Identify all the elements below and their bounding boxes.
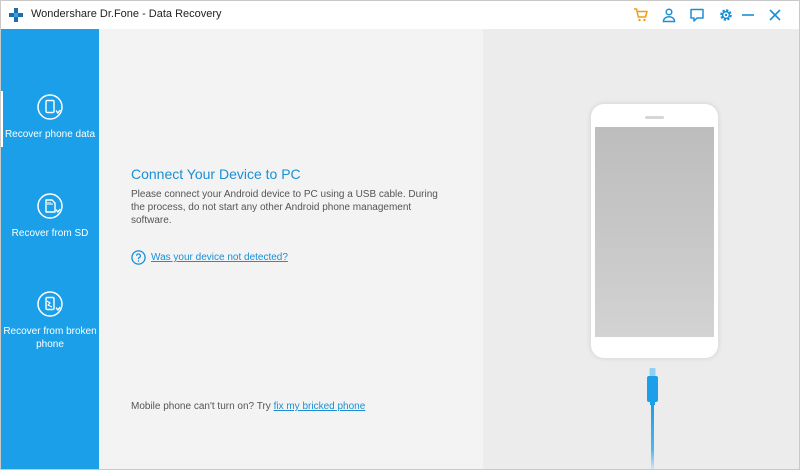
bottom-note: Mobile phone can't turn on? Try fix my b… bbox=[131, 401, 365, 412]
sidebar-item-recover-phone-data[interactable]: Recover phone data bbox=[1, 93, 99, 141]
broken-phone-recover-icon bbox=[37, 291, 63, 317]
device-illustration-pane bbox=[483, 29, 799, 469]
feedback-icon bbox=[690, 8, 704, 22]
phone-screen bbox=[595, 127, 714, 337]
close-icon bbox=[769, 9, 781, 21]
sidebar-item-label: Recover from broken phone bbox=[3, 326, 97, 350]
fix-bricked-phone-link[interactable]: fix my bricked phone bbox=[274, 401, 366, 412]
title-bar: Wondershare Dr.Fone - Data Recovery bbox=[1, 1, 799, 29]
bottom-note-text: Mobile phone can't turn on? Try bbox=[131, 401, 274, 412]
device-not-detected-link[interactable]: Was your device not detected? bbox=[151, 252, 288, 263]
phone-recover-icon bbox=[37, 94, 63, 120]
cart-button[interactable] bbox=[631, 5, 651, 25]
phone-speaker bbox=[645, 116, 664, 119]
app-title: Wondershare Dr.Fone - Data Recovery bbox=[31, 8, 222, 20]
question-circle-icon bbox=[131, 250, 146, 265]
feedback-button[interactable] bbox=[687, 5, 707, 25]
settings-icon bbox=[720, 9, 732, 21]
minimize-button[interactable] bbox=[738, 5, 758, 25]
usb-plug-icon bbox=[647, 368, 658, 405]
user-icon bbox=[662, 8, 676, 23]
sd-card-recover-icon bbox=[37, 193, 63, 219]
app-window: Wondershare Dr.Fone - Data Recovery Reco… bbox=[0, 0, 800, 470]
account-button[interactable] bbox=[659, 5, 679, 25]
instructions-text: Please connect your Android device to PC… bbox=[131, 189, 438, 226]
drfone-logo-icon bbox=[9, 8, 23, 22]
settings-button[interactable] bbox=[716, 5, 736, 25]
main-pane: Connect Your Device to PC Please connect… bbox=[100, 29, 483, 469]
minimize-icon bbox=[742, 14, 754, 16]
sidebar-item-recover-from-broken-phone[interactable]: Recover from broken phone bbox=[1, 290, 99, 351]
sidebar: Recover phone data Recover from SD Recov… bbox=[1, 29, 99, 469]
sidebar-item-label: Recover phone data bbox=[4, 129, 96, 140]
usb-cable bbox=[651, 405, 654, 469]
sidebar-item-recover-from-sd[interactable]: Recover from SD bbox=[1, 192, 99, 240]
page-title: Connect Your Device to PC bbox=[131, 166, 301, 182]
phone-illustration bbox=[591, 104, 718, 358]
cart-icon bbox=[634, 8, 648, 22]
close-button[interactable] bbox=[765, 5, 785, 25]
sidebar-item-label: Recover from SD bbox=[11, 228, 89, 239]
